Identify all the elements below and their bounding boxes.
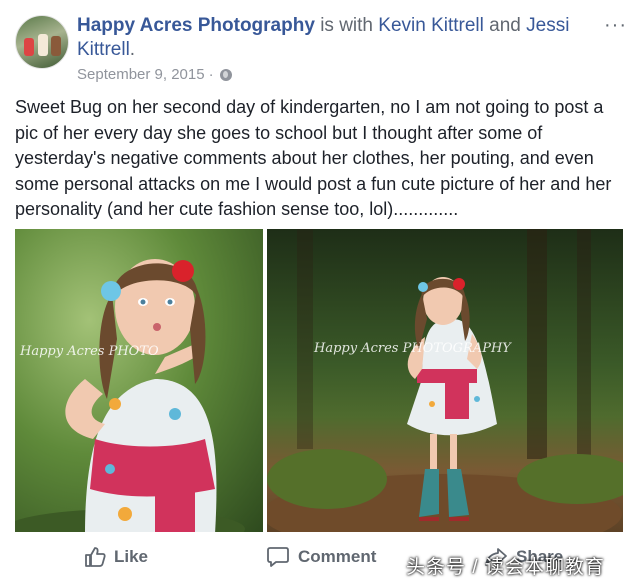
photo-watermark: Happy Acres PHOTO [20, 344, 159, 359]
post-date[interactable]: September 9, 2015 [77, 66, 205, 83]
post-photo-1[interactable]: Happy Acres PHOTO [15, 229, 263, 532]
more-options-icon[interactable]: ··· [604, 14, 627, 37]
header-period: . [129, 39, 136, 60]
meta-separator: · [208, 66, 214, 83]
comment-label: Comment [298, 547, 377, 566]
comment-button[interactable]: Comment [266, 546, 376, 568]
comment-bubble-icon [267, 547, 289, 567]
page-avatar[interactable] [15, 15, 69, 69]
like-label: Like [114, 547, 149, 566]
and-text: and [489, 15, 521, 36]
thumbs-up-icon [85, 547, 106, 567]
girl-portrait-illustration [15, 259, 245, 532]
post-photo-2[interactable]: Happy Acres PHOTOGRAPHY [267, 229, 623, 532]
facebook-post: Happy Acres Photography is with Kevin Ki… [0, 0, 640, 588]
post-meta: September 9, 2015 · [77, 66, 232, 83]
source-watermark-overlay: 头条号 / 读会本聊教育 [406, 557, 605, 578]
tagged-person-link[interactable]: Kevin Kittrell [378, 15, 484, 36]
author-link[interactable]: Happy Acres Photography [77, 15, 315, 36]
post-header: Happy Acres Photography is with Kevin Ki… [77, 14, 597, 62]
globe-icon [219, 68, 232, 81]
photo-watermark-2: Happy Acres PHOTOGRAPHY [314, 341, 511, 356]
like-button[interactable]: Like [84, 546, 148, 568]
girl-in-woods-illustration [267, 229, 623, 532]
post-text: Sweet Bug on her second day of kindergar… [15, 97, 612, 219]
is-with-text: is with [320, 15, 373, 36]
